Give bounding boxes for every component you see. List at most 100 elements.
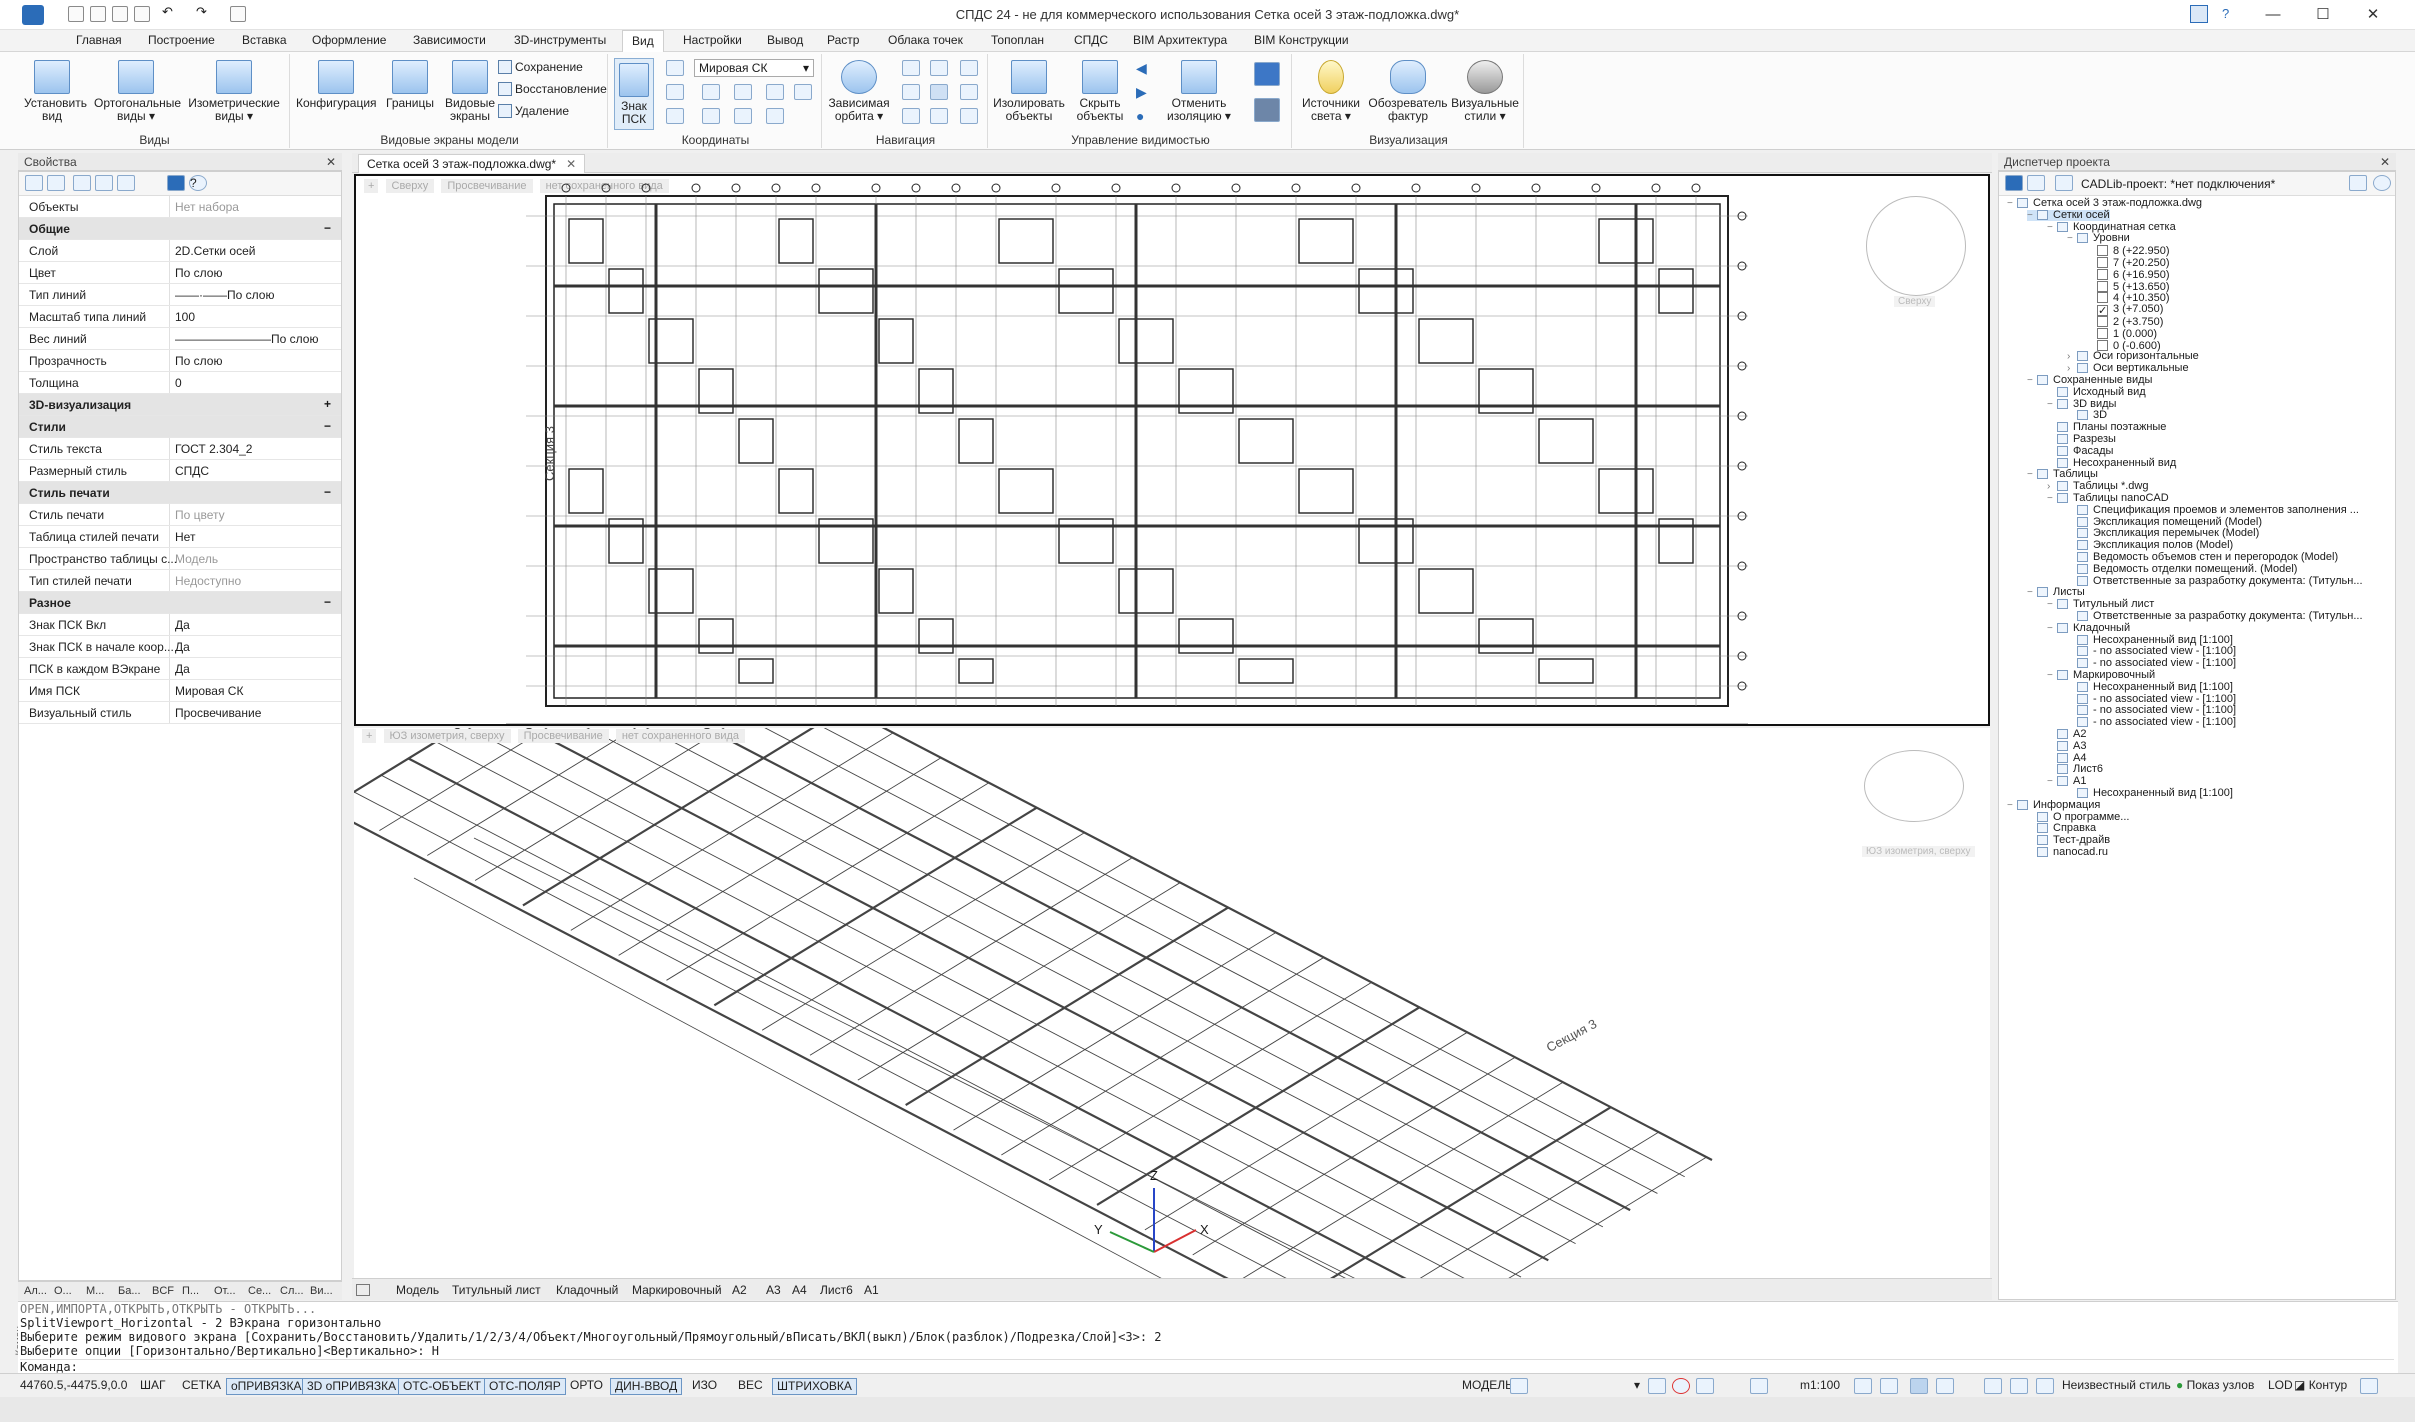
set-view-button[interactable]: Установить вид xyxy=(24,60,87,123)
refresh-status-icon[interactable] xyxy=(2010,1378,2028,1394)
snap-icon[interactable] xyxy=(1696,1378,1714,1394)
calendar-icon[interactable] xyxy=(2190,5,2208,23)
property-category[interactable]: Разное − xyxy=(19,592,341,614)
close-icon[interactable]: ✕ xyxy=(2380,155,2390,169)
lights-button[interactable]: Источники света ▾ xyxy=(1296,60,1366,123)
status-toggle[interactable]: 3D оПРИВЯЗКА xyxy=(302,1378,402,1395)
pm-info-icon[interactable] xyxy=(2027,175,2045,191)
property-value[interactable]: По слою xyxy=(175,266,222,280)
property-value[interactable]: По цвету xyxy=(175,508,225,522)
tree-item[interactable]: - no associated view - [1:100] xyxy=(2067,717,2236,728)
property-row[interactable]: Толщина 0 xyxy=(19,372,341,394)
tab-topoplan[interactable]: Топоплан xyxy=(991,33,1044,47)
sheet-tab-marking[interactable]: Маркировочный xyxy=(632,1283,722,1297)
viewport-top[interactable]: + Сверху Просвечивание нет сохраненного … xyxy=(354,174,1990,726)
property-row[interactable]: Визуальный стиль Просвечивание xyxy=(19,702,341,724)
expand-icon[interactable]: › xyxy=(2067,363,2077,374)
tree-item[interactable]: Ответственные за разработку документа: (… xyxy=(2067,611,2363,622)
status-toggle[interactable]: ОТС-ОБЪЕКТ xyxy=(398,1378,486,1395)
tree-item[interactable]: 2 (+3.750) xyxy=(2087,316,2163,328)
dropdown-icon[interactable]: ▾ xyxy=(1630,1378,1644,1395)
property-value[interactable]: Недоступно xyxy=(175,574,241,588)
expand-toggle[interactable]: − xyxy=(324,221,331,235)
property-row[interactable]: Объекты Нет набора xyxy=(19,196,341,218)
left-tab-1[interactable]: Ал... xyxy=(24,1285,47,1297)
tree-item[interactable]: Тест-драйв xyxy=(2027,835,2110,846)
help-icon[interactable]: ? xyxy=(189,175,207,191)
left-tab-6[interactable]: П... xyxy=(182,1285,199,1297)
funnel-icon[interactable] xyxy=(117,175,135,191)
tree-item[interactable]: ✓ 3 (+7.050) xyxy=(2087,304,2163,317)
tab-format[interactable]: Оформление xyxy=(312,33,386,47)
tree-item[interactable]: Несохраненный вид [1:100] xyxy=(2067,681,2233,693)
close-icon[interactable]: ✕ xyxy=(326,155,336,169)
pan-icon[interactable] xyxy=(902,60,920,76)
block-icon[interactable] xyxy=(1672,1378,1690,1394)
pm-settings-icon[interactable] xyxy=(2373,175,2391,191)
command-input[interactable]: Команда: xyxy=(20,1359,2394,1374)
tab-build[interactable]: Построение xyxy=(148,33,215,47)
viewcube-compass-iso[interactable] xyxy=(1864,750,1964,822)
tree-item[interactable]: - no associated view - [1:100] xyxy=(2067,658,2236,669)
expand-icon[interactable]: › xyxy=(2067,351,2077,362)
tree-item[interactable]: › Оси горизонтальные xyxy=(2067,351,2199,363)
tree-item[interactable]: − Титульный лист xyxy=(2047,599,2154,611)
orbit-free-icon[interactable] xyxy=(902,84,920,100)
tree-item[interactable]: 6 (+16.950) xyxy=(2087,268,2170,281)
tree-item[interactable]: − Таблицы nanoCAD xyxy=(2047,493,2169,505)
checkbox-icon[interactable] xyxy=(2097,245,2108,257)
lock-icon[interactable] xyxy=(1750,1378,1768,1394)
ucs-tool-9-icon[interactable] xyxy=(734,108,752,124)
save-viewport-button[interactable]: Сохранение xyxy=(498,60,583,74)
contour-toggle[interactable]: ◪ Контур xyxy=(2290,1378,2351,1395)
tree-item[interactable]: Несохраненный вид [1:100] xyxy=(2067,634,2233,646)
pan-status-icon[interactable] xyxy=(1854,1378,1872,1394)
left-tab-8[interactable]: Се... xyxy=(248,1285,271,1297)
property-value[interactable]: Нет набора xyxy=(175,200,239,214)
cube-blue-icon[interactable] xyxy=(1254,62,1280,86)
property-value[interactable]: 0 xyxy=(175,376,182,390)
configuration-button[interactable]: Конфигурация xyxy=(296,60,377,110)
property-row[interactable]: ПСК в каждом ВЭкране Да xyxy=(19,658,341,680)
tree-item[interactable]: Несохраненный вид xyxy=(2047,457,2176,469)
property-value[interactable]: СПДС xyxy=(175,464,209,478)
property-value[interactable]: Мировая СК xyxy=(175,684,243,698)
expand-toggle[interactable]: + xyxy=(324,397,331,411)
tree-item[interactable]: − Сетка осей 3 этаж-подложка.dwg xyxy=(2007,198,2202,210)
ortho-views-button[interactable]: Ортогональные виды ▾ xyxy=(94,60,181,123)
iso-views-button[interactable]: Изометрические виды ▾ xyxy=(186,60,282,123)
status-toggle[interactable]: оПРИВЯЗКА xyxy=(226,1378,307,1395)
ucs-icon-button[interactable]: Знак ПСК xyxy=(614,58,654,130)
tree-item[interactable]: − Кладочный xyxy=(2047,622,2130,634)
property-value[interactable]: ——·——По слою xyxy=(175,288,274,302)
sheet-tab-title[interactable]: Титульный лист xyxy=(452,1283,541,1297)
tree-item[interactable]: Фасады xyxy=(2047,445,2113,457)
tab-main[interactable]: Главная xyxy=(76,33,122,47)
expand-icon[interactable]: − xyxy=(2047,493,2057,504)
checkbox-icon[interactable] xyxy=(2097,257,2108,268)
restore-viewport-button[interactable]: Восстановление xyxy=(498,82,607,96)
zoom-extents-icon[interactable] xyxy=(960,84,978,100)
tree-item[interactable]: Экспликация перемычек (Model) xyxy=(2067,528,2259,539)
delete-viewport-button[interactable]: Удаление xyxy=(498,104,569,118)
tree-item[interactable]: Планы поэтажные xyxy=(2047,422,2166,433)
sheet-tab-masonry[interactable]: Кладочный xyxy=(556,1283,618,1297)
show-nodes-toggle[interactable]: ● Показ узлов xyxy=(2172,1378,2258,1395)
ucs-tool-4-icon[interactable] xyxy=(734,84,752,100)
tab-output[interactable]: Вывод xyxy=(767,33,803,47)
tree-item[interactable]: − Таблицы xyxy=(2027,469,2098,481)
expand-icon[interactable]: − xyxy=(2007,800,2017,811)
property-value[interactable]: Да xyxy=(175,618,190,632)
property-row[interactable]: Стиль печати По цвету xyxy=(19,504,341,526)
ucs-tool-7-icon[interactable] xyxy=(666,108,684,124)
checkbox-icon[interactable] xyxy=(2097,339,2108,351)
left-tab-3[interactable]: М... xyxy=(86,1285,104,1297)
visual-style-readout[interactable]: Неизвестный стиль xyxy=(2058,1378,2175,1395)
expand-toggle[interactable]: − xyxy=(324,485,331,499)
property-row[interactable]: Таблица стилей печати Нет xyxy=(19,526,341,548)
pm-tree-icon[interactable] xyxy=(2005,175,2023,191)
property-value[interactable]: Модель xyxy=(175,552,218,566)
expand-icon[interactable]: › xyxy=(2047,481,2057,492)
tree-item[interactable]: Ведомость отделки помещений. (Model) xyxy=(2067,563,2297,575)
sheet-tab-a3[interactable]: A3 xyxy=(766,1283,781,1297)
